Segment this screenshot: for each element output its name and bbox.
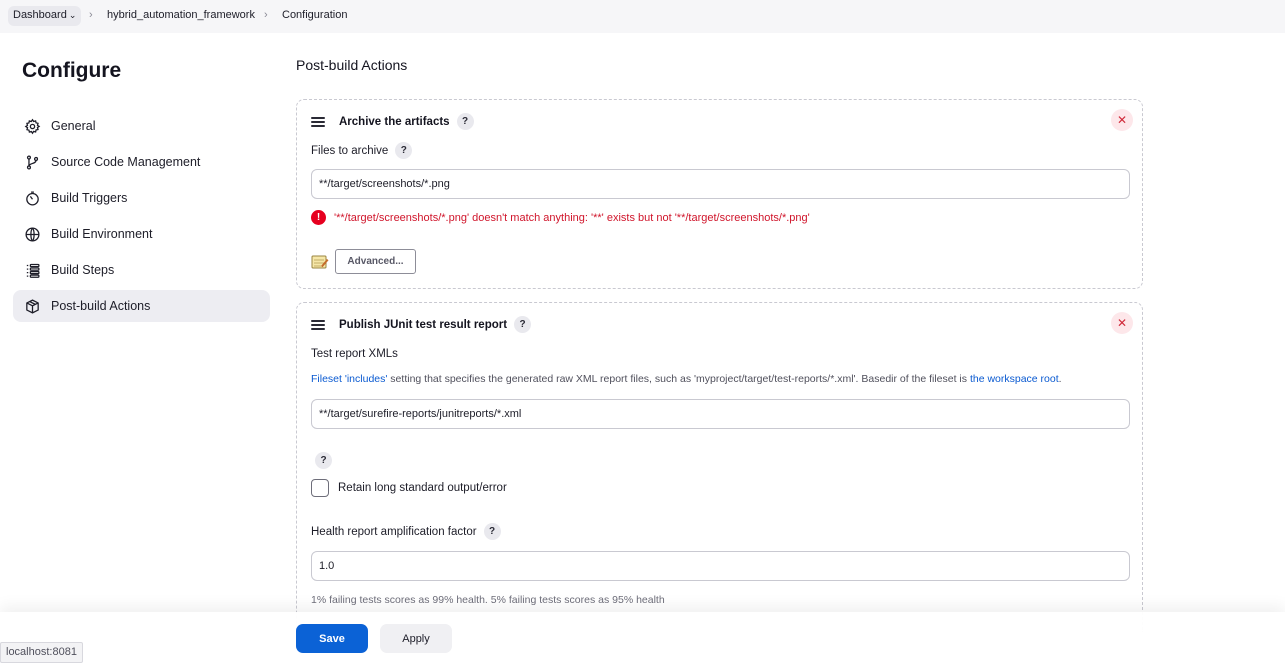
health-factor-hint: 1% failing tests scores as 99% health. 5…: [311, 594, 665, 606]
help-icon[interactable]: ?: [315, 452, 332, 469]
breadcrumb-separator-icon: ›: [89, 9, 93, 21]
sidebar-item-label: Source Code Management: [51, 155, 201, 169]
retain-output-label[interactable]: Retain long standard output/error: [338, 482, 507, 494]
breadcrumb-dashboard-label: Dashboard: [13, 9, 67, 21]
error-icon: !: [311, 210, 326, 225]
sidebar-item-build-environment[interactable]: Build Environment: [13, 218, 270, 250]
retain-output-checkbox[interactable]: [311, 479, 329, 497]
help-icon[interactable]: ?: [395, 142, 413, 159]
card-header: Publish JUnit test result report ?: [311, 316, 532, 333]
sidebar-item-label: Build Steps: [51, 263, 115, 277]
card-header: Archive the artifacts ?: [311, 113, 474, 130]
archive-artifacts-card: Archive the artifacts ? ✕ Files to archi…: [296, 99, 1143, 289]
files-to-archive-input[interactable]: **/target/screenshots/*.png: [311, 169, 1130, 199]
chevron-down-icon[interactable]: ⌄: [69, 10, 77, 21]
health-factor-label: Health report amplification factor ?: [311, 523, 501, 540]
card-title: Publish JUnit test result report: [339, 318, 508, 331]
breadcrumb-separator-icon: ›: [264, 9, 268, 21]
save-button[interactable]: Save: [296, 624, 368, 653]
globe-icon: [23, 225, 41, 243]
field-label-text: Files to archive: [311, 144, 389, 157]
list-icon: [23, 261, 41, 279]
description-end: .: [1058, 373, 1062, 385]
retain-output-option[interactable]: Retain long standard output/error: [311, 479, 507, 497]
advanced-button[interactable]: Advanced...: [335, 249, 416, 274]
close-icon[interactable]: ✕: [1111, 109, 1133, 131]
drag-handle-icon[interactable]: [311, 319, 325, 330]
box-icon: [23, 297, 41, 315]
sidebar-item-label: Build Triggers: [51, 191, 128, 205]
sidebar-title: Configure: [22, 59, 122, 82]
test-report-xmls-label: Test report XMLs: [311, 348, 398, 360]
gear-icon: [23, 117, 41, 135]
sidebar-item-label: Build Environment: [51, 227, 153, 241]
error-text: '**/target/screenshots/*.png' doesn't ma…: [334, 211, 810, 224]
bottom-action-bar: [0, 612, 1285, 663]
publish-junit-card: Publish JUnit test result report ? ✕ Tes…: [296, 302, 1143, 632]
help-icon[interactable]: ?: [456, 113, 474, 130]
section-title: Post-build Actions: [296, 57, 408, 73]
help-icon[interactable]: ?: [514, 316, 532, 333]
error-message: ! '**/target/screenshots/*.png' doesn't …: [311, 210, 810, 225]
test-report-xmls-input[interactable]: **/target/surefire-reports/junitreports/…: [311, 399, 1130, 429]
breadcrumb: Dashboard ⌄ › hybrid_automation_framework…: [0, 0, 1285, 33]
breadcrumb-dashboard[interactable]: Dashboard ⌄: [8, 6, 82, 26]
sidebar-item-source-code-management[interactable]: Source Code Management: [13, 146, 270, 178]
workspace-root-link[interactable]: the workspace root: [970, 373, 1059, 385]
apply-button[interactable]: Apply: [380, 624, 452, 653]
field-label-text: Health report amplification factor: [311, 525, 477, 538]
fileset-description: Fileset 'includes' setting that specifie…: [311, 373, 1062, 385]
breadcrumb-project[interactable]: hybrid_automation_framework: [107, 9, 255, 21]
branch-icon: [23, 153, 41, 171]
sidebar-item-label: Post-build Actions: [51, 299, 151, 313]
breadcrumb-configuration: Configuration: [282, 9, 348, 21]
status-bar-url: localhost:8081: [0, 642, 83, 663]
sidebar-item-build-triggers[interactable]: Build Triggers: [13, 182, 270, 214]
fileset-includes-link[interactable]: Fileset 'includes': [311, 373, 387, 385]
drag-handle-icon[interactable]: [311, 116, 325, 127]
sidebar-item-post-build-actions[interactable]: Post-build Actions: [13, 290, 270, 322]
help-icon[interactable]: ?: [483, 523, 501, 540]
sidebar-item-general[interactable]: General: [13, 110, 270, 142]
sidebar-item-build-steps[interactable]: Build Steps: [13, 254, 270, 286]
notepad-icon: [311, 254, 329, 270]
timer-icon: [23, 189, 41, 207]
description-text: setting that specifies the generated raw…: [387, 373, 970, 385]
files-to-archive-label: Files to archive ?: [311, 142, 413, 159]
sidebar-item-label: General: [51, 119, 96, 133]
health-factor-input[interactable]: 1.0: [311, 551, 1130, 581]
close-icon[interactable]: ✕: [1111, 312, 1133, 334]
card-title: Archive the artifacts: [339, 115, 450, 128]
